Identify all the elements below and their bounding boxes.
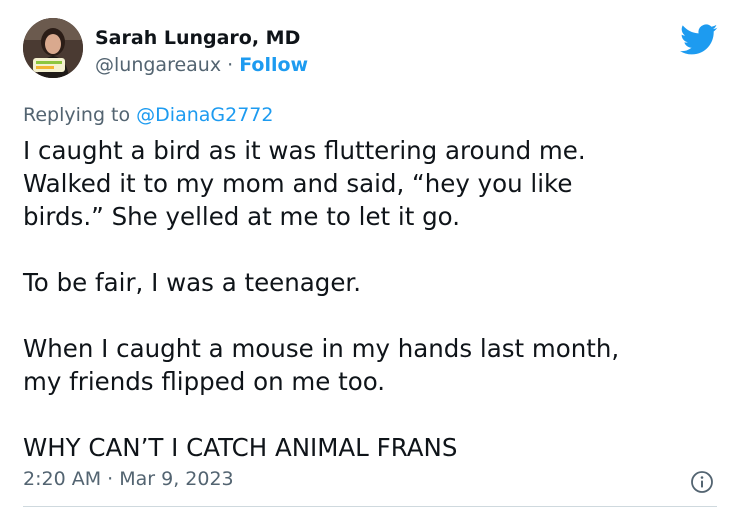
replying-to-handle[interactable]: @DianaG2772 (136, 104, 273, 126)
info-icon[interactable] (690, 470, 714, 494)
tweet-line: WHY CAN’T I CATCH ANIMAL FRANS (23, 433, 458, 462)
follow-button[interactable]: Follow (239, 54, 308, 76)
divider (23, 506, 717, 507)
replying-to-line: Replying to @DianaG2772 (23, 103, 273, 127)
tweet-card: Sarah Lungaro, MD @lungareaux · Follow R… (0, 0, 740, 511)
tweet-text: I caught a bird as it was fluttering aro… (23, 134, 723, 464)
tweet-line: my friends flipped on me too. (23, 367, 386, 396)
author-handle-row: @lungareaux · Follow (95, 53, 308, 77)
author-handle[interactable]: @lungareaux (95, 54, 221, 76)
replying-prefix: Replying to (23, 104, 137, 126)
profile-photo (23, 18, 83, 78)
tweet-line: Walked it to my mom and said, “hey you l… (23, 169, 573, 198)
tweet-line: To be fair, I was a teenager. (23, 268, 362, 297)
tweet-timestamp[interactable]: 2:20 AM · Mar 9, 2023 (23, 467, 234, 491)
tweet-line: I caught a bird as it was fluttering aro… (23, 136, 586, 165)
twitter-bird-icon[interactable] (680, 24, 718, 56)
tweet-line: birds.” She yelled at me to let it go. (23, 202, 461, 231)
avatar[interactable] (23, 18, 83, 78)
handle-separator: · (221, 54, 240, 76)
tweet-line: When I caught a mouse in my hands last m… (23, 334, 620, 363)
author-display-name[interactable]: Sarah Lungaro, MD (95, 26, 300, 50)
